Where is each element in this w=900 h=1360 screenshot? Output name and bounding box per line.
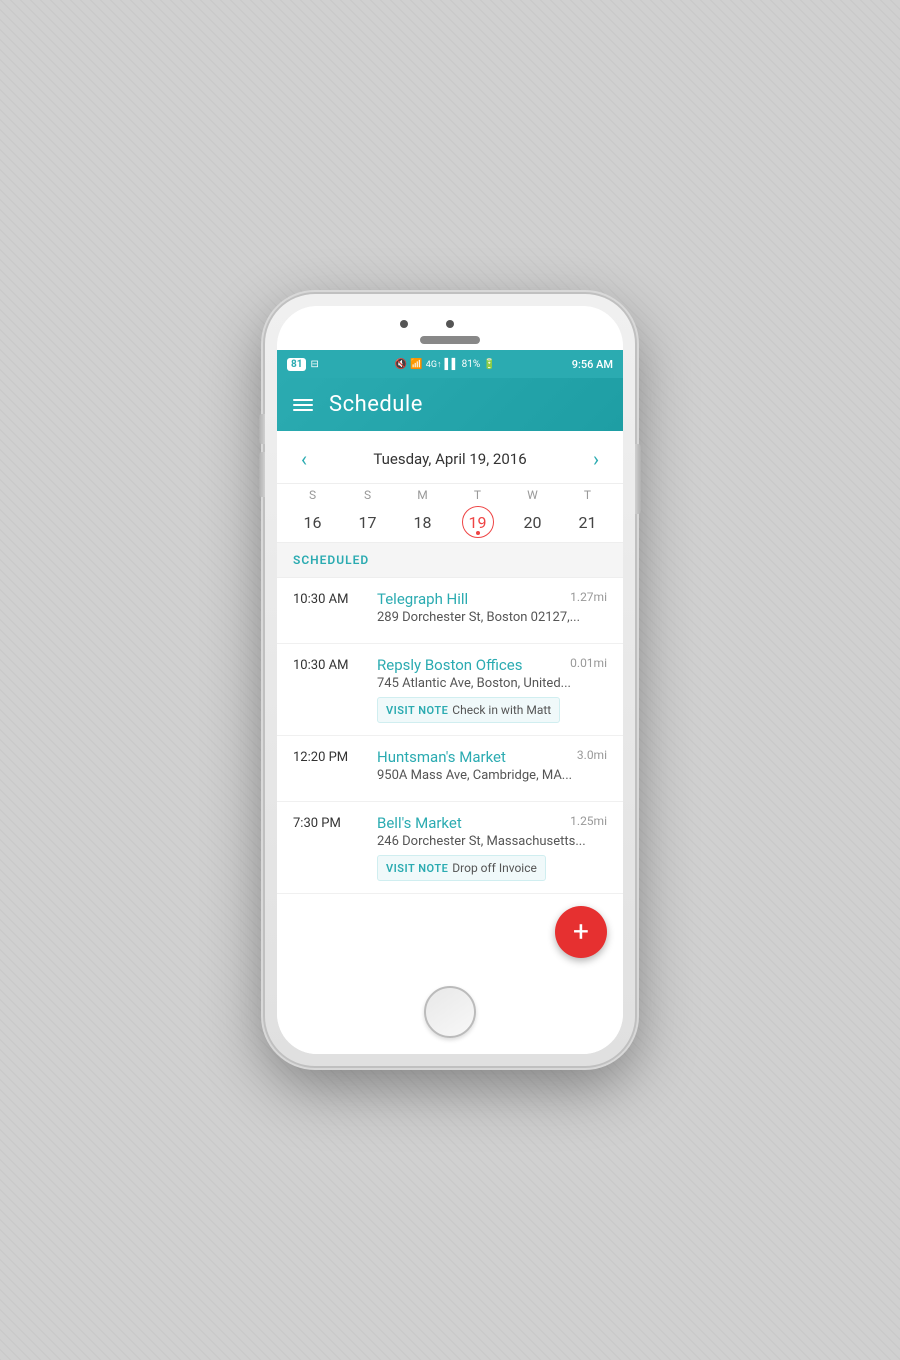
status-right-icons: 🔇 📶 4G↑ ▌▌ 81% 🔋 (395, 359, 496, 370)
status-bar: 81 ⊟ 🔇 📶 4G↑ ▌▌ 81% 🔋 9:56 AM (277, 350, 623, 378)
day-col-2[interactable]: M 18 (403, 488, 443, 538)
calendar-date-title: Tuesday, April 19, 2016 (373, 450, 526, 468)
item-address-2: 950A Mass Ave, Cambridge, MA... (377, 768, 607, 783)
item-name-3: Bell's Market (377, 814, 462, 832)
day-number-1: 17 (352, 506, 384, 538)
item-address-1: 745 Atlantic Ave, Boston, United... (377, 676, 607, 691)
visit-note-1: VISIT NOTE Check in with Matt (377, 697, 560, 723)
prev-date-button[interactable]: ‹ (293, 443, 315, 475)
phone-bottom (277, 974, 623, 1054)
speaker (420, 336, 480, 344)
item-distance-2: 3.0mi (577, 748, 607, 762)
volume-buttons (259, 414, 265, 497)
next-date-button[interactable]: › (585, 443, 607, 475)
day-number-2: 18 (407, 506, 439, 538)
item-name-1: Repsly Boston Offices (377, 656, 522, 674)
day-col-5[interactable]: T 21 (568, 488, 608, 538)
phone-frame: 81 ⊟ 🔇 📶 4G↑ ▌▌ 81% 🔋 9:56 AM (265, 294, 635, 1066)
hamburger-menu[interactable] (293, 399, 313, 411)
visit-note-label-1: VISIT NOTE (386, 704, 448, 717)
item-distance-1: 0.01mi (570, 656, 607, 670)
item-content-3: Bell's Market 1.25mi 246 Dorchester St, … (377, 814, 607, 881)
day-col-0[interactable]: S 16 (293, 488, 333, 538)
day-letter-2: M (417, 488, 427, 502)
day-number-5: 21 (572, 506, 604, 538)
phone-top (277, 306, 623, 350)
hamburger-line-1 (293, 399, 313, 401)
camera-dot (446, 320, 454, 328)
day-letter-5: T (584, 488, 591, 502)
network-icon: 4G↑ (426, 359, 442, 370)
visit-note-3: VISIT NOTE Drop off Invoice (377, 855, 546, 881)
schedule-item-2[interactable]: 12:20 PM Huntsman's Market 3.0mi 950A Ma… (277, 736, 623, 802)
item-content-0: Telegraph Hill 1.27mi 289 Dorchester St,… (377, 590, 607, 631)
status-time: 9:56 AM (572, 358, 613, 371)
schedule-item-1[interactable]: 10:30 AM Repsly Boston Offices 0.01mi 74… (277, 644, 623, 736)
item-header-3: Bell's Market 1.25mi (377, 814, 607, 832)
page-title: Schedule (329, 392, 423, 417)
day-number-4: 20 (517, 506, 549, 538)
power-btn (635, 444, 641, 514)
item-time-0: 10:30 AM (293, 590, 365, 607)
day-number-0: 16 (297, 506, 329, 538)
volume-down (259, 452, 265, 497)
week-row: S 16 S 17 M 18 T 19 W 20 (277, 484, 623, 543)
front-camera (400, 320, 408, 328)
visit-note-text-1: Check in with Matt (452, 703, 551, 717)
battery-icon: 🔋 (483, 359, 495, 370)
item-header-1: Repsly Boston Offices 0.01mi (377, 656, 607, 674)
status-icons: ⊟ (310, 359, 318, 370)
home-button[interactable] (424, 986, 476, 1038)
volume-up (259, 414, 265, 444)
signal-icon: ▌▌ (444, 359, 458, 370)
item-distance-0: 1.27mi (570, 590, 607, 604)
item-time-1: 10:30 AM (293, 656, 365, 673)
visit-note-label-3: VISIT NOTE (386, 862, 448, 875)
power-button (635, 444, 641, 514)
battery-text: 81% (462, 359, 481, 370)
item-header-2: Huntsman's Market 3.0mi (377, 748, 607, 766)
item-name-0: Telegraph Hill (377, 590, 468, 608)
day-letter-3: T (474, 488, 481, 502)
section-scheduled-label: SCHEDULED (277, 543, 623, 578)
fab-container: + (277, 894, 623, 974)
day-col-3[interactable]: T 19 (458, 488, 498, 538)
mute-icon: 🔇 (395, 359, 407, 370)
wifi-icon: 📶 (410, 359, 422, 370)
item-header-0: Telegraph Hill 1.27mi (377, 590, 607, 608)
item-name-2: Huntsman's Market (377, 748, 506, 766)
day-letter-0: S (309, 488, 316, 502)
screen-content: 81 ⊟ 🔇 📶 4G↑ ▌▌ 81% 🔋 9:56 AM (277, 350, 623, 974)
day-letter-1: S (364, 488, 371, 502)
item-time-2: 12:20 PM (293, 748, 365, 765)
item-distance-3: 1.25mi (570, 814, 607, 828)
schedule-item-0[interactable]: 10:30 AM Telegraph Hill 1.27mi 289 Dorch… (277, 578, 623, 644)
item-address-0: 289 Dorchester St, Boston 02127,... (377, 610, 607, 625)
phone-screen: 81 ⊟ 🔇 📶 4G↑ ▌▌ 81% 🔋 9:56 AM (277, 306, 623, 1054)
day-col-1[interactable]: S 17 (348, 488, 388, 538)
status-left: 81 ⊟ (287, 358, 319, 371)
day-letter-4: W (527, 488, 538, 502)
day-col-4[interactable]: W 20 (513, 488, 553, 538)
item-time-3: 7:30 PM (293, 814, 365, 831)
hamburger-line-2 (293, 404, 313, 406)
day-number-3: 19 (462, 506, 494, 538)
item-content-1: Repsly Boston Offices 0.01mi 745 Atlanti… (377, 656, 607, 723)
calendar-nav: ‹ Tuesday, April 19, 2016 › (277, 431, 623, 484)
item-address-3: 246 Dorchester St, Massachusetts... (377, 834, 607, 849)
add-button[interactable]: + (555, 906, 607, 958)
hamburger-line-3 (293, 409, 313, 411)
app-header: Schedule (277, 378, 623, 431)
schedule-item-3[interactable]: 7:30 PM Bell's Market 1.25mi 246 Dorches… (277, 802, 623, 894)
visit-note-text-3: Drop off Invoice (452, 861, 537, 875)
notification-badge: 81 (287, 358, 306, 371)
item-content-2: Huntsman's Market 3.0mi 950A Mass Ave, C… (377, 748, 607, 789)
